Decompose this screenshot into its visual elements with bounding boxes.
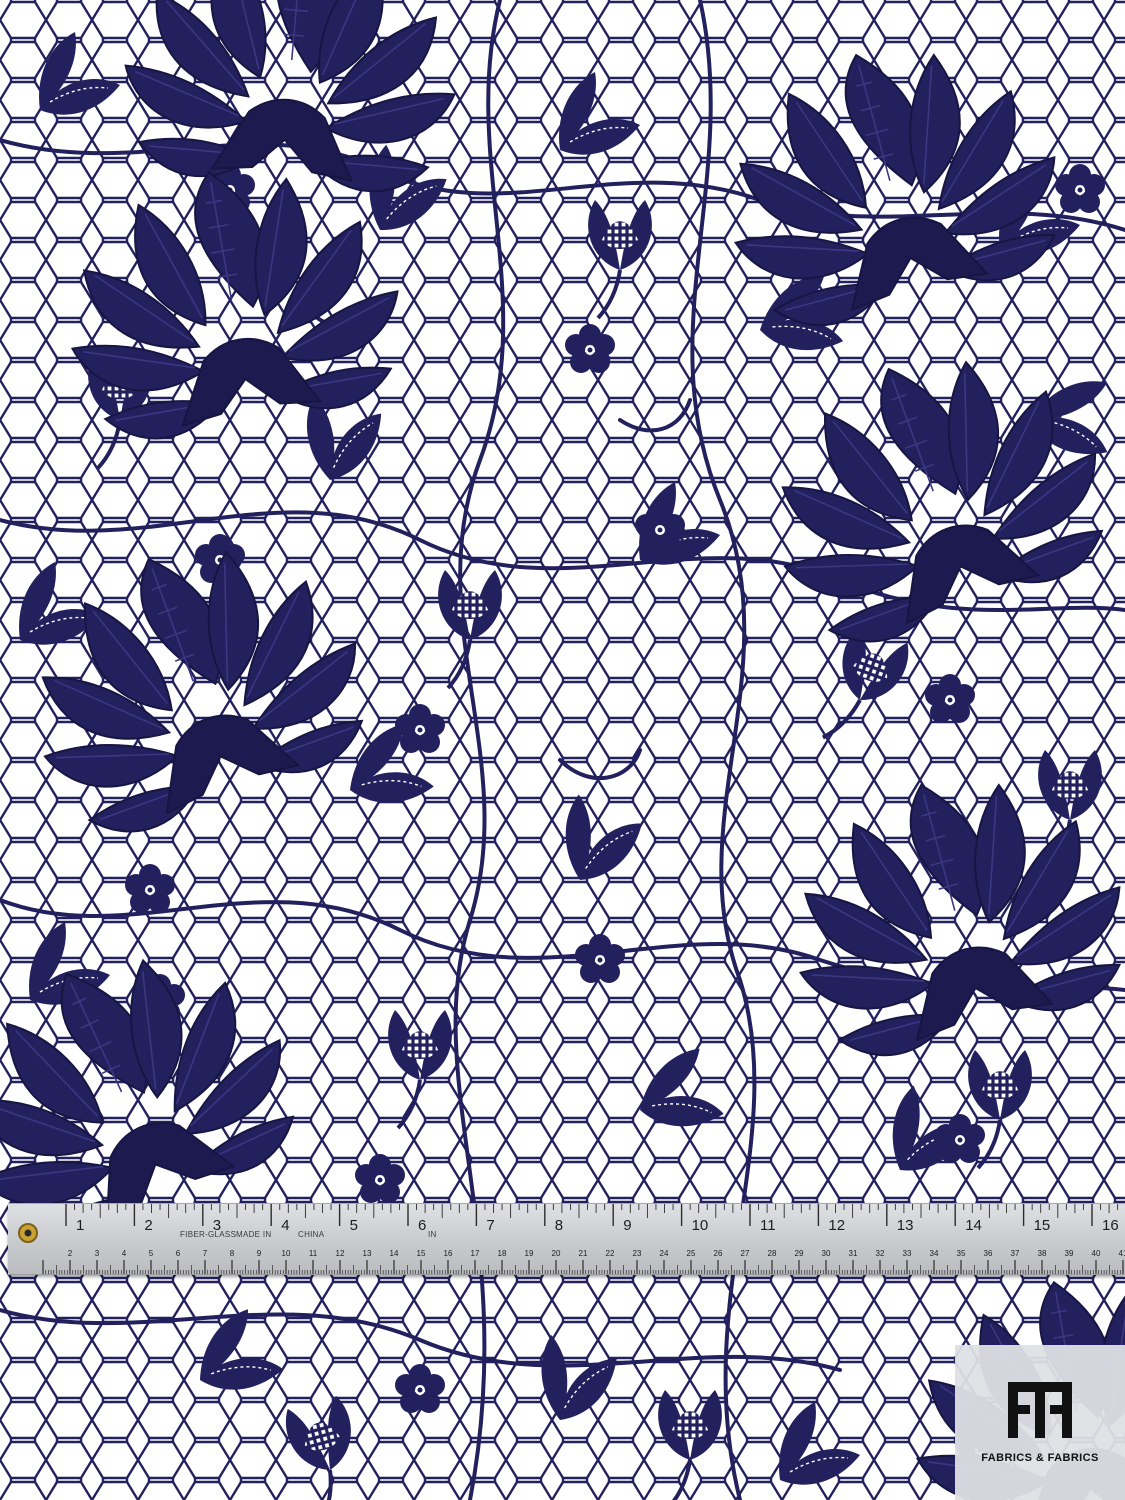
cm-number-label: 24 bbox=[660, 1249, 669, 1258]
cm-number-label: 32 bbox=[876, 1249, 885, 1258]
cm-number-label: 5 bbox=[149, 1249, 154, 1258]
brand-watermark: FABRICS & FABRICS bbox=[955, 1345, 1125, 1500]
cm-number-label: 40 bbox=[1092, 1249, 1101, 1258]
cm-number-label: 17 bbox=[471, 1249, 480, 1258]
cm-number-label: 10 bbox=[282, 1249, 291, 1258]
inch-number-label: 4 bbox=[281, 1217, 289, 1234]
cm-number-label: 2 bbox=[68, 1249, 73, 1258]
inch-number-label: 7 bbox=[486, 1217, 494, 1234]
cm-number-label: 26 bbox=[714, 1249, 723, 1258]
cm-number-label: 30 bbox=[822, 1249, 831, 1258]
cm-number-label: 18 bbox=[498, 1249, 507, 1258]
cm-number-label: 33 bbox=[903, 1249, 912, 1258]
cm-number-label: 39 bbox=[1065, 1249, 1074, 1258]
tape-markings: 1 2 3 4 5 6 7 8 9 10 11 12 13 14 15 16 2 3 4 5 6 7 8 9 10 11 12 13… bbox=[18, 1204, 1125, 1274]
cm-number-label: 35 bbox=[957, 1249, 966, 1258]
cm-number-label: 28 bbox=[768, 1249, 777, 1258]
inch-number-label: 2 bbox=[144, 1217, 152, 1234]
cm-number-label: 23 bbox=[633, 1249, 642, 1258]
inch-number-label: 15 bbox=[1034, 1217, 1051, 1234]
tape-brand-fiberglass: FIBER-GLASS bbox=[180, 1230, 237, 1239]
cm-number-label: 20 bbox=[552, 1249, 561, 1258]
cm-number-label: 34 bbox=[930, 1249, 939, 1258]
cm-number-label: 19 bbox=[525, 1249, 534, 1258]
brand-name: FABRICS & FABRICS bbox=[981, 1451, 1099, 1464]
tape-brand-made-in: MADE IN bbox=[236, 1230, 272, 1239]
cm-number-label: 16 bbox=[444, 1249, 453, 1258]
cm-number-label: 27 bbox=[741, 1249, 750, 1258]
inch-number-label: 6 bbox=[418, 1217, 426, 1234]
inch-number-label: 16 bbox=[1102, 1217, 1119, 1234]
inch-number-label: 8 bbox=[555, 1217, 563, 1234]
inch-number-label: 5 bbox=[350, 1217, 358, 1234]
cm-number-label: 41 bbox=[1119, 1249, 1125, 1258]
cm-number-label: 22 bbox=[606, 1249, 615, 1258]
inch-number-label: 9 bbox=[623, 1217, 631, 1234]
cm-number-label: 37 bbox=[1011, 1249, 1020, 1258]
inch-number-label: 1 bbox=[76, 1217, 84, 1234]
cm-number-label: 3 bbox=[95, 1249, 100, 1258]
cm-number-label: 29 bbox=[795, 1249, 804, 1258]
cm-number-label: 4 bbox=[122, 1249, 127, 1258]
inch-number-label: 13 bbox=[897, 1217, 914, 1234]
cm-number-label: 15 bbox=[417, 1249, 426, 1258]
inch-number-label: 11 bbox=[760, 1217, 776, 1234]
cm-number-label: 38 bbox=[1038, 1249, 1047, 1258]
cm-number-label: 12 bbox=[336, 1249, 345, 1258]
cm-number-label: 11 bbox=[309, 1249, 318, 1258]
cm-number-label: 9 bbox=[257, 1249, 262, 1258]
cm-number-label: 36 bbox=[984, 1249, 993, 1258]
cm-number-label: 21 bbox=[579, 1249, 588, 1258]
inch-number-label: 14 bbox=[965, 1217, 982, 1234]
cm-number-label: 6 bbox=[176, 1249, 181, 1258]
tape-brand-china: CHINA bbox=[298, 1230, 325, 1239]
cm-number-label: 31 bbox=[849, 1249, 858, 1258]
cm-number-label: 14 bbox=[390, 1249, 399, 1258]
measuring-tape: 1 2 3 4 5 6 7 8 9 10 11 12 13 14 15 16 2 3 4 5 6 7 8 9 10 11 12 13… bbox=[8, 1203, 1125, 1275]
lace-fabric-photo bbox=[0, 0, 1125, 1500]
cm-number-label: 13 bbox=[363, 1249, 372, 1258]
cm-number-label: 8 bbox=[230, 1249, 235, 1258]
ff-monogram-icon bbox=[1008, 1381, 1072, 1438]
tape-brand-in: IN bbox=[428, 1230, 437, 1239]
inch-number-label: 10 bbox=[692, 1217, 709, 1234]
cm-number-label: 25 bbox=[687, 1249, 696, 1258]
cm-number-label: 7 bbox=[203, 1249, 208, 1258]
inch-number-label: 12 bbox=[828, 1217, 845, 1234]
